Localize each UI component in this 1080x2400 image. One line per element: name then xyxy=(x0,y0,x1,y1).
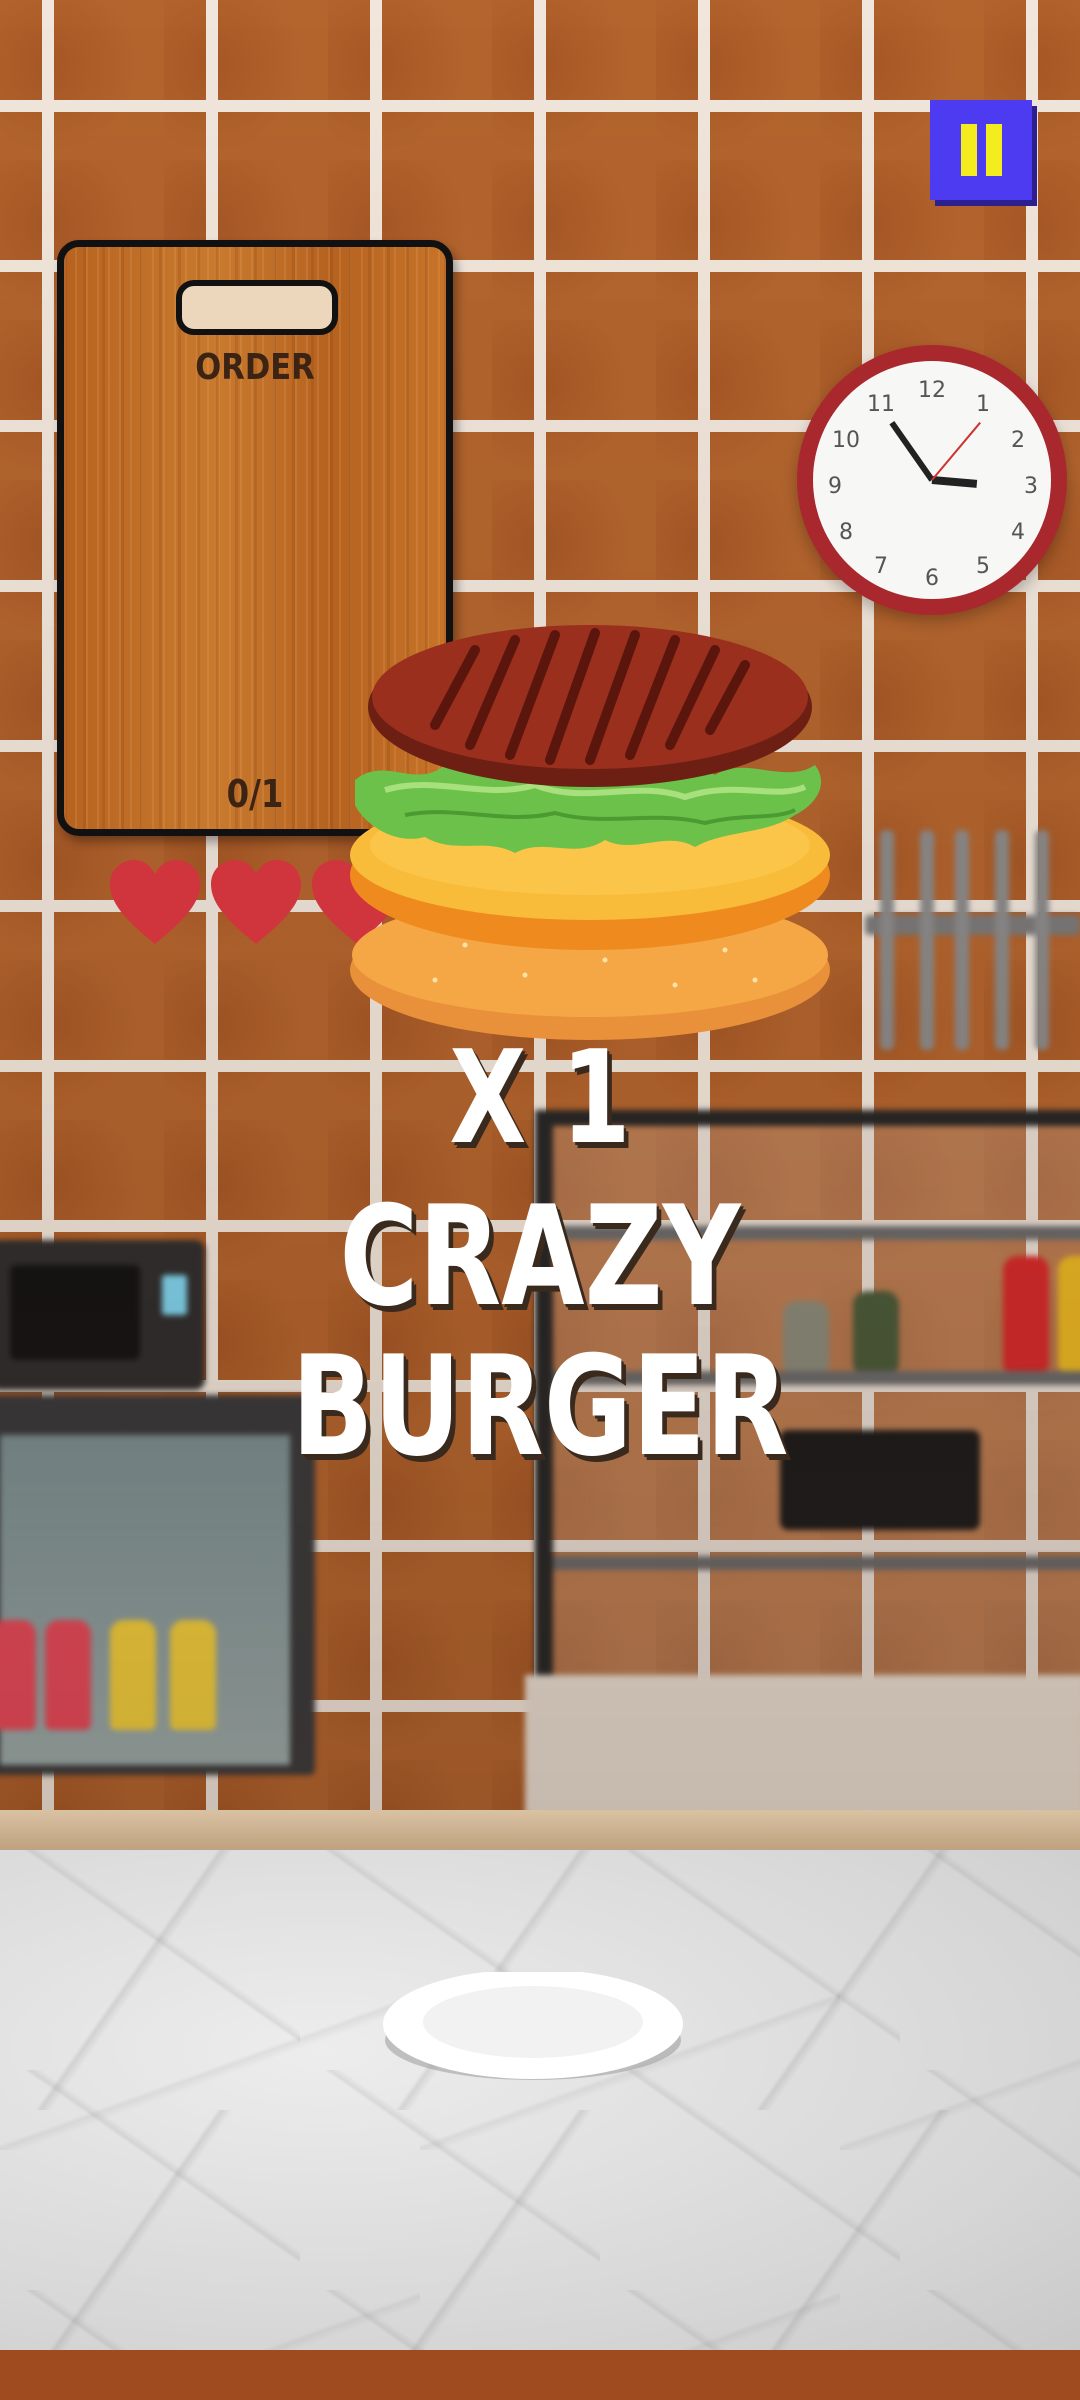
multiplier-text: X 1 xyxy=(449,1024,631,1173)
clock-second-hand xyxy=(931,421,981,481)
game-stage: 12 1 2 3 4 5 6 7 8 9 10 11 ORDER 0/1 X 1… xyxy=(0,0,1080,2400)
clock-face: 12 1 2 3 4 5 6 7 8 9 10 11 xyxy=(813,361,1051,599)
serving-plate[interactable] xyxy=(383,1972,683,2082)
pause-button[interactable] xyxy=(930,100,1032,200)
clock-number: 6 xyxy=(925,566,939,591)
beef-patty xyxy=(368,625,812,787)
clock-number: 10 xyxy=(832,428,860,453)
pause-bar xyxy=(986,124,1002,176)
order-title: ORDER xyxy=(195,347,315,388)
clock-number: 9 xyxy=(828,474,842,499)
burger-name-line1: CRAZY xyxy=(339,1176,741,1337)
counter-edge xyxy=(0,1810,1080,1850)
pause-bar xyxy=(961,124,977,176)
life-heart-icon xyxy=(110,860,200,944)
life-heart-icon xyxy=(211,860,301,944)
clock-number: 8 xyxy=(839,520,853,545)
floor-strip xyxy=(0,2350,1080,2400)
clock-number: 4 xyxy=(1011,520,1025,545)
clock-number: 2 xyxy=(1011,428,1025,453)
clock-number: 12 xyxy=(918,378,946,403)
clock-number: 5 xyxy=(976,554,990,579)
wall-clock: 12 1 2 3 4 5 6 7 8 9 10 11 xyxy=(797,345,1067,615)
clock-hour-hand xyxy=(931,476,978,488)
clock-number: 7 xyxy=(874,554,888,579)
burger-name-line2: BURGER xyxy=(291,1326,789,1487)
clock-number: 3 xyxy=(1024,474,1038,499)
clock-number: 11 xyxy=(867,392,895,417)
burger-stack xyxy=(350,625,830,1040)
clock-number: 1 xyxy=(976,392,990,417)
board-handle xyxy=(176,280,338,335)
clock-minute-hand xyxy=(889,420,935,482)
marble-counter xyxy=(0,1850,1080,2350)
